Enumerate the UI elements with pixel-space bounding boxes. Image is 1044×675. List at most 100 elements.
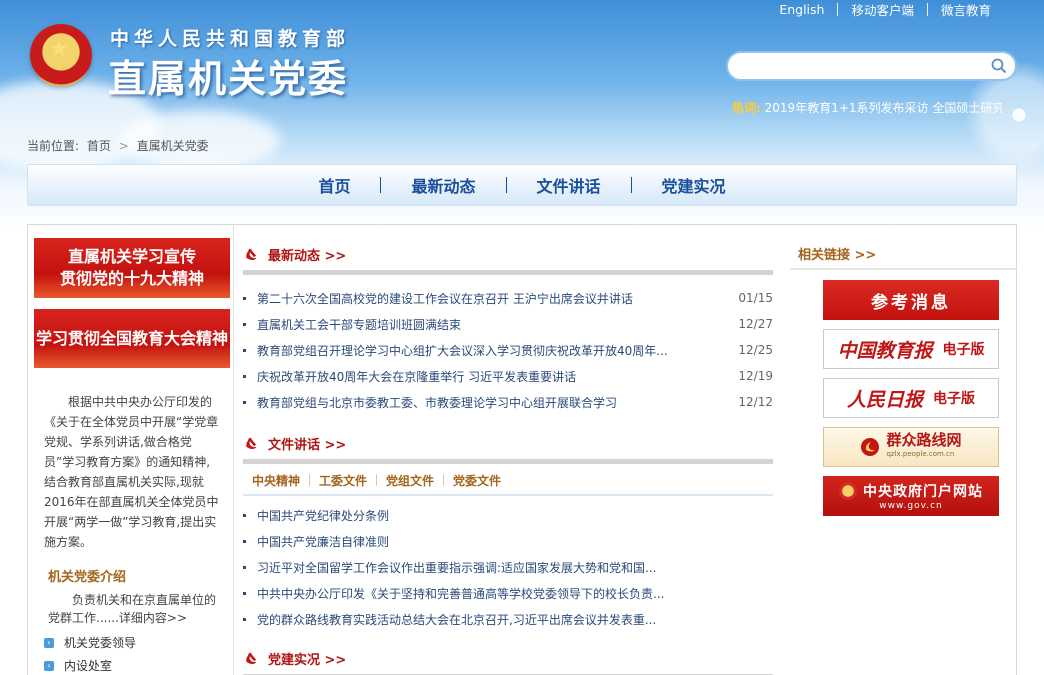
related-links: 参考消息 中国教育报 电子版 人民日报 电子版 群众路线网 qzlx.peopl… <box>790 280 1017 516</box>
doc-item[interactable]: 中国共产党廉洁自律准则 <box>243 528 773 554</box>
bullet <box>243 513 246 517</box>
national-emblem-icon[interactable]: ★ <box>30 24 92 86</box>
news-item[interactable]: 教育部党组召开理论学习中心组扩大会议深入学习贯彻庆祝改革开放40周年... 12/… <box>243 337 773 363</box>
search-input[interactable] <box>740 53 990 79</box>
related-links-header[interactable]: 相关链接 >> <box>790 238 1017 270</box>
bullet <box>243 591 246 595</box>
link-suffix: 电子版 <box>933 391 975 407</box>
doc-item[interactable]: 中共中央办公厅印发《关于坚持和完善普通高等学校党委领导下的校长负责... <box>243 580 773 606</box>
news-date: 01/15 <box>738 291 773 305</box>
doc-text: 中国共产党纪律处分条例 <box>257 508 390 523</box>
doc-item[interactable]: 习近平对全国留学工作会议作出重要指示强调:适应国家发展大势和党和国... <box>243 554 773 580</box>
link-logo-text: 人民日报 <box>846 388 923 411</box>
bullet <box>243 617 246 621</box>
link-url: www.gov.cn <box>879 501 943 511</box>
nav-item-party-building[interactable]: 党建实况 <box>632 173 756 197</box>
bullet <box>243 539 246 543</box>
news-text: 教育部党组与北京市委教工委、市教委理论学习中心组开展联合学习 <box>257 395 618 410</box>
news-text: 直属机关工会干部专题培训班圆满结束 <box>257 317 462 332</box>
middle-column: 最新动态 >> 第二十六次全国高校党的建设工作会议在京召开 王沪宁出席会议并讲话… <box>243 238 773 675</box>
news-item[interactable]: 第二十六次全国高校党的建设工作会议在京召开 王沪宁出席会议并讲话 01/15 <box>243 285 773 311</box>
org-name: 中华人民共和国教育部 <box>110 28 351 50</box>
news-text: 教育部党组召开理论学习中心组扩大会议深入学习贯彻庆祝改革开放40周年... <box>257 343 668 358</box>
doc-text: 中国共产党廉洁自律准则 <box>257 534 390 549</box>
link-logo-text: 群众路线网 <box>886 431 962 449</box>
doc-text: 中共中央办公厅印发《关于坚持和完善普通高等学校党委领导下的校长负责... <box>257 586 665 601</box>
news-text: 庆祝改革开放40周年大会在京隆重举行 习近平发表重要讲话 <box>257 369 577 384</box>
breadcrumb-current: 直属机关党委 <box>136 139 209 153</box>
link-cankao-xiaoxi[interactable]: 参考消息 <box>823 280 999 320</box>
breadcrumb-home[interactable]: 首页 <box>87 139 111 153</box>
party-building-title: 党建实况 >> <box>268 652 347 668</box>
tab-party-group-docs[interactable]: 党组文件 <box>377 472 443 489</box>
national-emblem-icon <box>839 482 857 500</box>
banner-education-conference[interactable]: 学习贯彻全国教育大会精神 <box>34 309 230 368</box>
link-china-education-daily[interactable]: 中国教育报 电子版 <box>823 329 999 369</box>
main-nav: 首页 最新动态 文件讲话 党建实况 <box>27 164 1017 206</box>
banner-text: 学习贯彻全国教育大会精神 <box>35 328 228 348</box>
top-link-weiyan[interactable]: 微言教育 <box>928 0 1004 19</box>
breadcrumb: 当前位置: 首页 > 直属机关党委 <box>27 137 213 154</box>
breadcrumb-separator: > <box>118 139 129 153</box>
banner-19th-congress[interactable]: 直属机关学习宣传 贯彻党的十九大精神 <box>34 238 230 298</box>
hot-words: 热词: 2019年教育1+1系列发布采访 全国硕士研究 <box>732 99 1002 116</box>
doc-item[interactable]: 党的群众路线教育实践活动总结大会在北京召开,习近平出席会议并发表重... <box>243 606 773 632</box>
top-link-english[interactable]: English <box>766 2 837 17</box>
top-link-mobile[interactable]: 移动客户端 <box>838 0 927 19</box>
banner-line-1: 直属机关学习宣传 <box>67 247 196 266</box>
hot-label: 热词: <box>732 101 761 115</box>
left-link-list: › 机关党委领导 › 内设处室 <box>34 631 230 675</box>
news-date: 12/19 <box>738 369 773 383</box>
hammer-sickle-icon <box>246 651 257 664</box>
party-building-header[interactable]: 党建实况 >> <box>243 642 773 674</box>
latest-news-list: 第二十六次全国高校党的建设工作会议在京召开 王沪宁出席会议并讲话 01/15 直属… <box>243 285 773 415</box>
left-column: 直属机关学习宣传 贯彻党的十九大精神 学习贯彻全国教育大会精神 根据中共中央办公… <box>34 238 230 675</box>
news-item[interactable]: 教育部党组与北京市委教工委、市教委理论学习中心组开展联合学习 12/12 <box>243 389 773 415</box>
nav-item-documents[interactable]: 文件讲话 <box>507 173 631 197</box>
tab-work-committee-docs[interactable]: 工委文件 <box>310 472 376 489</box>
bullet <box>243 400 246 404</box>
hammer-sickle-icon <box>246 247 257 260</box>
section-text[interactable]: 负责机关和在京直属单位的党群工作......详细内容>> <box>34 585 230 627</box>
documents-title: 文件讲话 >> <box>268 437 347 453</box>
doc-text: 党的群众路线教育实践活动总结大会在北京召开,习近平出席会议并发表重... <box>257 612 657 627</box>
nav-item-home[interactable]: 首页 <box>288 173 380 197</box>
bullet <box>243 374 246 378</box>
right-column: 相关链接 >> 参考消息 中国教育报 电子版 人民日报 电子版 群众路线网 qz… <box>790 238 1017 525</box>
nav-item-latest[interactable]: 最新动态 <box>381 173 505 197</box>
list-item[interactable]: › 内设处室 <box>44 654 230 675</box>
bullet <box>243 348 246 352</box>
tab-central-spirit[interactable]: 中央精神 <box>243 472 309 489</box>
latest-news-header[interactable]: 最新动态 >> <box>243 238 773 270</box>
link-logo-text: 中央政府门户网站 <box>863 484 983 500</box>
intro-text: 根据中共中央办公厅印发的《关于在全体党员中开展“学党章党规、学系列讲话,做合格党… <box>44 395 219 549</box>
news-date: 12/25 <box>738 343 773 357</box>
section-bar <box>243 270 773 275</box>
section-bar <box>243 459 773 464</box>
hot-text[interactable]: 2019年教育1+1系列发布采访 全国硕士研究 <box>765 101 1002 115</box>
search-icon[interactable] <box>991 58 1007 74</box>
documents-header[interactable]: 文件讲话 >> <box>243 427 773 459</box>
bullet <box>243 565 246 569</box>
column-divider <box>233 224 234 675</box>
breadcrumb-label: 当前位置: <box>27 139 80 153</box>
news-text: 第二十六次全国高校党的建设工作会议在京召开 王沪宁出席会议并讲话 <box>257 291 633 306</box>
doc-item[interactable]: 中国共产党纪律处分条例 <box>243 502 773 528</box>
link-mass-line[interactable]: 群众路线网 qzlx.people.com.cn <box>823 427 999 467</box>
news-date: 12/27 <box>738 317 773 331</box>
link-peoples-daily[interactable]: 人民日报 电子版 <box>823 378 999 418</box>
news-date: 12/12 <box>738 395 773 409</box>
list-item[interactable]: › 机关党委领导 <box>44 631 230 654</box>
search-box <box>726 51 1017 81</box>
link-gov-portal[interactable]: 中央政府门户网站 www.gov.cn <box>823 476 999 516</box>
doc-text: 习近平对全国留学工作会议作出重要指示强调:适应国家发展大势和党和国... <box>257 560 657 575</box>
section-title[interactable]: 机关党委介绍 <box>34 566 230 585</box>
bullet <box>243 296 246 300</box>
documents-tabs: 中央精神 工委文件 党组文件 党委文件 <box>243 466 773 496</box>
news-item[interactable]: 直属机关工会干部专题培训班圆满结束 12/27 <box>243 311 773 337</box>
arrow-icon: › <box>44 637 54 648</box>
latest-news-title: 最新动态 >> <box>268 248 347 264</box>
news-item[interactable]: 庆祝改革开放40周年大会在京隆重举行 习近平发表重要讲话 12/19 <box>243 363 773 389</box>
tab-party-committee-docs[interactable]: 党委文件 <box>444 472 510 489</box>
link-logo-text: 中国教育报 <box>837 339 933 362</box>
